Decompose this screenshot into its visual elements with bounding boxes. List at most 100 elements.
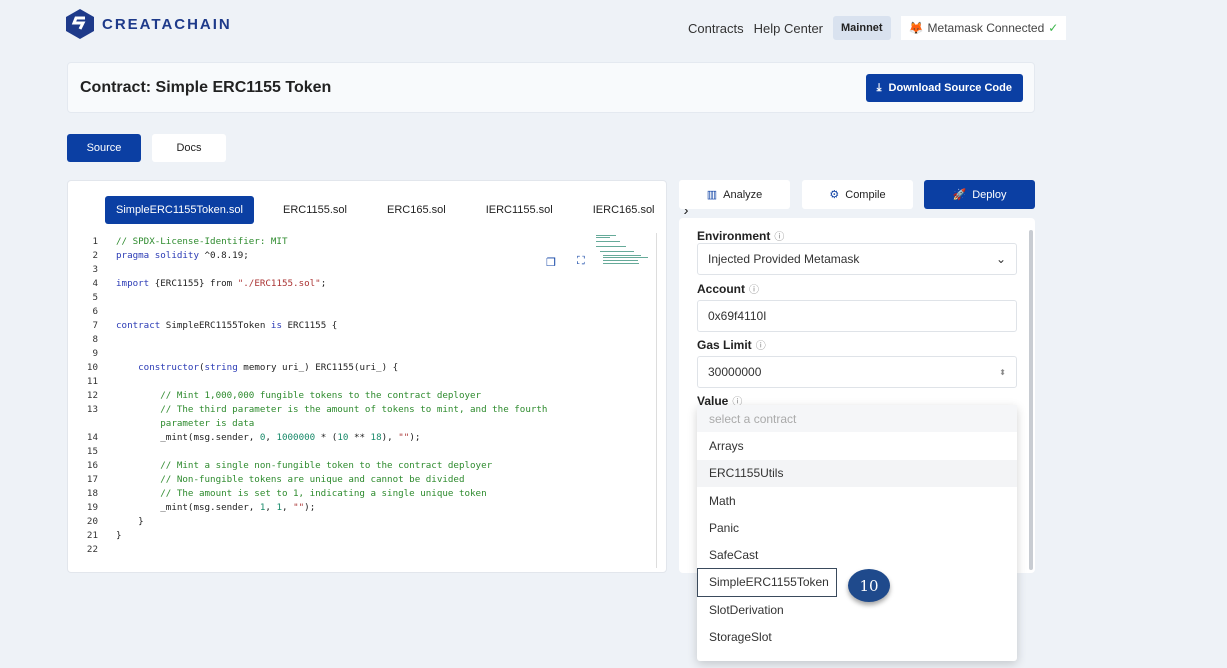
- file-tab[interactable]: SimpleERC1155Token.sol: [105, 196, 254, 224]
- contract-dropdown[interactable]: select a contract Arrays ERC1155Utils Math P…: [697, 405, 1017, 661]
- line-number: 5: [92, 292, 98, 303]
- nav-help-center[interactable]: Help Center: [754, 21, 823, 36]
- code-line: 18 // The amount is set to 1, indicating…: [78, 487, 547, 501]
- dropdown-option[interactable]: ERC1155Utils: [697, 459, 1017, 487]
- environment-value: Injected Provided Metamask: [708, 252, 860, 266]
- panel-scrollbar[interactable]: [1029, 230, 1033, 570]
- line-number: 17: [86, 474, 98, 485]
- file-tabs: SimpleERC1155Token.sol ERC1155.sol ERC165.…: [105, 196, 689, 224]
- file-tab[interactable]: IERC165.sol: [582, 196, 666, 224]
- analyze-icon: ▥: [706, 189, 718, 201]
- account-field[interactable]: 0x69f4110I: [697, 300, 1017, 332]
- compile-label: Compile: [845, 188, 886, 201]
- tab-deploy[interactable]: 🚀 Deploy: [924, 180, 1035, 209]
- account-label: Account ⓘ: [697, 281, 759, 297]
- info-icon: ⓘ: [749, 285, 759, 296]
- copy-icon[interactable]: ❐: [546, 256, 556, 269]
- code-line: 7 contract SimpleERC1155Token is ERC1155 …: [78, 319, 547, 333]
- editor-scrollbar[interactable]: [656, 233, 657, 568]
- dropdown-option[interactable]: SafeCast: [697, 541, 1017, 568]
- line-number: 19: [86, 502, 98, 513]
- environment-select[interactable]: Injected Provided Metamask ⌄: [697, 243, 1017, 275]
- gas-limit-input[interactable]: 30000000 ⬍: [697, 356, 1017, 388]
- code-line: 9: [78, 347, 547, 361]
- info-icon: ⓘ: [755, 341, 766, 352]
- file-tab[interactable]: ERC165.sol: [376, 196, 457, 224]
- code-line: 11: [78, 375, 547, 389]
- line-number: 18: [86, 488, 98, 499]
- minimap[interactable]: [594, 233, 654, 267]
- network-badge[interactable]: Mainnet: [833, 16, 891, 40]
- dropdown-option[interactable]: Arrays: [697, 432, 1017, 459]
- line-number: 3: [92, 264, 98, 275]
- gas-limit-value: 30000000: [708, 365, 762, 379]
- line-number: 9: [92, 348, 98, 359]
- brand-name: CREATACHAIN: [102, 15, 232, 33]
- code-line: 20 }: [78, 515, 547, 529]
- line-number: 7: [92, 320, 98, 331]
- code-text: // Mint 1,000,000 fungible tokens to the…: [160, 390, 482, 401]
- contract-header: Contract: Simple ERC1155 Token ⤓ Download…: [67, 62, 1035, 113]
- wallet-status[interactable]: 🦊 Metamask Connected ✓: [900, 16, 1067, 40]
- code-text: _mint(msg.sender, 0, 1000000 * (10 ** 18…: [116, 432, 421, 443]
- dropdown-option[interactable]: SimpleERC1155Token: [697, 567, 837, 598]
- code-text: import {ERC1155} from "./ERC1155.sol";: [116, 278, 327, 289]
- file-tab[interactable]: ERC1155.sol: [272, 196, 358, 224]
- line-number: 11: [86, 376, 98, 387]
- code-line: 16 // Mint a single non-fungible token t…: [78, 459, 547, 473]
- stepper-icon[interactable]: ⬍: [999, 368, 1006, 377]
- expand-icon[interactable]: ⛶: [577, 255, 585, 268]
- line-number: 14: [86, 432, 98, 443]
- code-editor[interactable]: SimpleERC1155Token.sol ERC1155.sol ERC165.…: [67, 180, 689, 573]
- line-number: 21: [86, 530, 98, 541]
- line-number: 2: [92, 250, 98, 261]
- code-text: constructor(string memory uri_) ERC1155(…: [138, 362, 399, 373]
- dropdown-option[interactable]: StorageSlot: [697, 623, 1017, 650]
- code-text: // Mint a single non-fungible token to t…: [160, 460, 493, 471]
- environment-label: Environment ⓘ: [697, 228, 785, 244]
- line-number: 15: [86, 446, 98, 457]
- step-badge: 10: [848, 569, 890, 602]
- code-text: _mint(msg.sender, 1, 1, "");: [116, 502, 316, 513]
- nav-contracts[interactable]: Contracts: [688, 21, 744, 36]
- rocket-icon: 🚀: [952, 189, 967, 201]
- chevron-down-icon: ⌄: [995, 252, 1006, 266]
- top-nav: Contracts Help Center Mainnet 🦊 Metamask …: [688, 16, 1067, 40]
- code-content[interactable]: 1 // SPDX-License-Identifier: MIT 2 pragma …: [78, 235, 548, 557]
- code-line: parameter is data: [78, 417, 547, 431]
- code-line: 2 pragma solidity ^0.8.19;: [78, 249, 547, 263]
- logo[interactable]: CREATACHAIN: [66, 9, 232, 39]
- tab-analyze[interactable]: ▥ Analyze: [679, 180, 790, 209]
- dropdown-option[interactable]: SlotDerivation: [697, 596, 1017, 623]
- code-line: 8: [78, 333, 547, 347]
- tab-source[interactable]: Source: [67, 134, 141, 162]
- line-number: 4: [92, 278, 98, 289]
- code-text: parameter is data: [160, 418, 255, 429]
- dropdown-option[interactable]: Panic: [697, 514, 1017, 541]
- line-number: 13: [86, 404, 98, 415]
- wallet-label: Metamask Connected: [927, 21, 1045, 35]
- line-number: 20: [86, 516, 98, 527]
- file-tab[interactable]: IERC1155.sol: [475, 196, 564, 224]
- tab-docs[interactable]: Docs: [152, 134, 226, 162]
- code-line: 10 constructor(string memory uri_) ERC11…: [78, 361, 547, 375]
- dropdown-option[interactable]: Math: [697, 487, 1017, 514]
- page-title: Contract: Simple ERC1155 Token: [80, 79, 332, 96]
- download-source-button[interactable]: ⤓ Download Source Code: [865, 74, 1023, 102]
- code-line: 1 // SPDX-License-Identifier: MIT: [78, 235, 547, 249]
- line-number: [78, 417, 98, 431]
- download-label: Download Source Code: [888, 82, 1012, 94]
- gear-icon: ⚙: [829, 189, 840, 201]
- code-line: 14 _mint(msg.sender, 0, 1000000 * (10 **…: [78, 431, 547, 445]
- deploy-label: Deploy: [972, 188, 1007, 201]
- gas-limit-label: Gas Limit ⓘ: [697, 337, 766, 353]
- code-text: // SPDX-License-Identifier: MIT: [116, 236, 288, 247]
- line-number: 6: [92, 306, 98, 317]
- code-text: contract SimpleERC1155Token is ERC1155 {: [116, 320, 338, 331]
- code-line: 15: [78, 445, 547, 459]
- line-number: 22: [86, 544, 98, 555]
- tab-compile[interactable]: ⚙ Compile: [802, 180, 913, 209]
- logo-icon: [66, 9, 94, 39]
- line-number: 10: [86, 362, 98, 373]
- code-text: }: [116, 530, 122, 541]
